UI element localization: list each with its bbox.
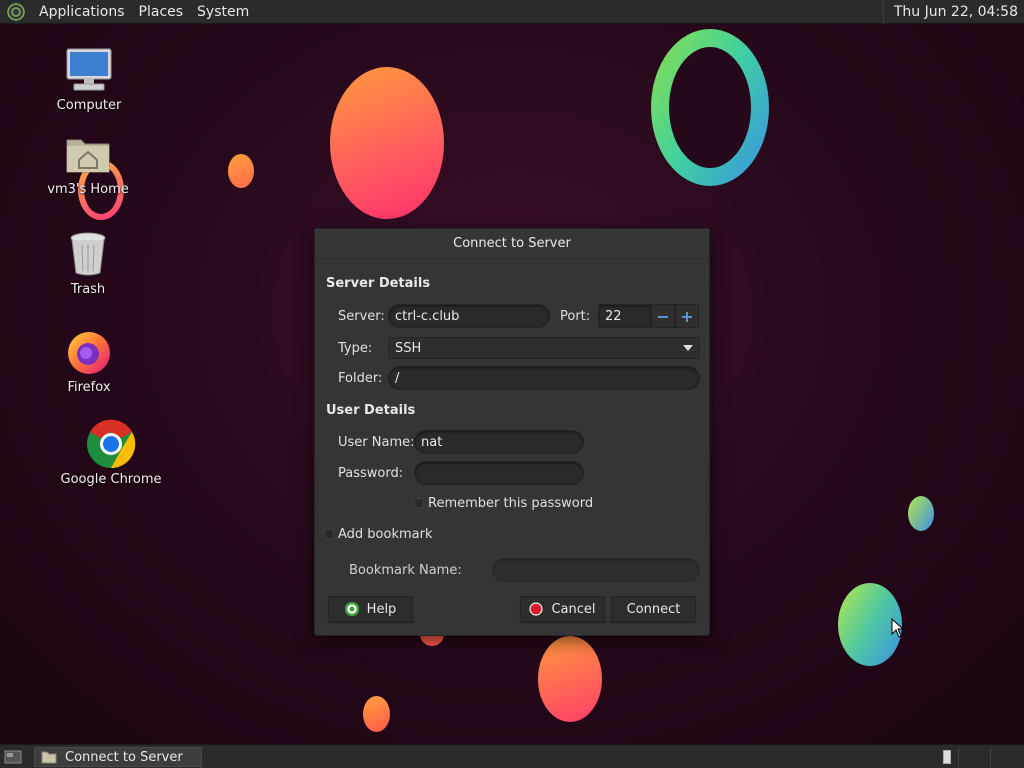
username-label: User Name: (338, 435, 415, 450)
dialog-title[interactable]: Connect to Server (315, 229, 709, 259)
type-select[interactable]: SSH (388, 337, 700, 359)
password-label: Password: (338, 466, 404, 481)
port-increment-button[interactable]: + (675, 304, 699, 328)
help-button-label: Help (366, 601, 397, 617)
server-details-heading: Server Details (326, 276, 431, 291)
wallpaper-blob (538, 636, 602, 722)
wallpaper-blob (228, 154, 254, 188)
chevron-down-icon (683, 345, 693, 351)
computer-icon (63, 44, 115, 96)
wallpaper-blob (330, 67, 444, 219)
show-desktop-icon[interactable] (4, 749, 22, 768)
top-panel: Applications Places System Thu Jun 22, 0… (0, 0, 1024, 24)
folder-input[interactable] (388, 366, 700, 390)
type-label: Type: (338, 341, 373, 356)
connect-button-label: Connect (626, 601, 681, 617)
chrome-icon (85, 418, 137, 470)
port-input[interactable] (598, 304, 652, 328)
menu-places[interactable]: Places (132, 0, 191, 24)
menu-logo-icon[interactable] (6, 2, 26, 22)
bookmark-name-label: Bookmark Name: (349, 563, 462, 578)
bottom-panel: Connect to Server (0, 744, 1024, 768)
firefox-icon (63, 326, 115, 378)
desktop-icon-computer[interactable]: Computer (34, 44, 144, 113)
server-input[interactable] (388, 304, 550, 328)
cancel-button-label: Cancel (551, 601, 596, 617)
add-bookmark-checkbox[interactable] (324, 529, 334, 539)
desktop-icon-label: Google Chrome (60, 472, 162, 487)
type-select-value: SSH (395, 340, 422, 356)
panel-divider (958, 747, 959, 767)
wallpaper-blob (908, 496, 934, 531)
folder-label: Folder: (338, 371, 383, 386)
help-button[interactable]: Help (328, 596, 413, 622)
connect-to-server-dialog: Connect to Server Server Details Server:… (314, 228, 710, 636)
wallpaper-ring (651, 29, 769, 186)
bookmark-name-input[interactable] (492, 558, 700, 582)
desktop-icon-label: Trash (70, 282, 106, 297)
panel-divider (990, 747, 991, 767)
desktop-icon-firefox[interactable]: Firefox (34, 326, 144, 395)
minus-icon: − (656, 306, 670, 326)
add-bookmark-label[interactable]: Add bookmark (338, 527, 433, 542)
workspace-switcher-icon[interactable] (943, 750, 951, 764)
wallpaper-blob (363, 696, 390, 732)
folder-icon (41, 751, 57, 764)
desktop-icon-label: Computer (56, 98, 122, 113)
desktop-icon-trash[interactable]: Trash (33, 228, 143, 297)
desktop-icon-home[interactable]: vm3's Home (33, 128, 143, 197)
trash-icon (62, 228, 114, 280)
cancel-button[interactable]: Cancel (520, 596, 605, 622)
menu-system[interactable]: System (190, 0, 256, 24)
mouse-cursor-icon (891, 618, 905, 638)
desktop-icon-label: Firefox (67, 380, 111, 395)
port-decrement-button[interactable]: − (651, 304, 675, 328)
cancel-icon (529, 602, 544, 616)
connect-button[interactable]: Connect (611, 596, 696, 622)
remember-password-label[interactable]: Remember this password (428, 496, 593, 511)
desktop-icon-label: vm3's Home (47, 182, 129, 197)
help-icon (344, 602, 359, 616)
server-label: Server: (338, 309, 385, 324)
clock[interactable]: Thu Jun 22, 04:58 (882, 0, 1024, 24)
home-folder-icon (62, 128, 114, 180)
port-label: Port: (560, 309, 591, 324)
username-input[interactable] (414, 430, 584, 454)
plus-icon: + (680, 306, 694, 326)
user-details-heading: User Details (326, 403, 416, 418)
remember-password-checkbox[interactable] (414, 498, 424, 508)
desktop-icon-chrome[interactable]: Google Chrome (56, 418, 166, 487)
taskbar-item-connect-to-server[interactable]: Connect to Server (34, 747, 202, 767)
taskbar-item-label: Connect to Server (65, 749, 183, 765)
password-input[interactable] (414, 461, 584, 485)
menu-applications[interactable]: Applications (32, 0, 132, 24)
